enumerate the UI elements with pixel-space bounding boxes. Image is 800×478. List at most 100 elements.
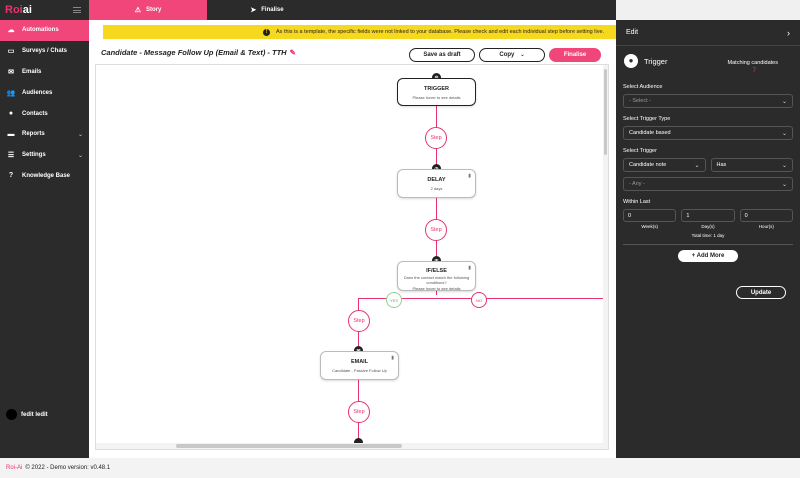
chevron-down-icon: ⌄ — [781, 181, 787, 188]
sidebar-item-reports[interactable]: ▬ Reports ⌄ — [0, 124, 89, 145]
delay-node[interactable]: ▮ DELAY 2 days — [397, 169, 476, 198]
trigger-select[interactable]: Candidate note ⌄ — [623, 158, 706, 172]
divider — [623, 244, 793, 245]
tab-finalise[interactable]: ➤ Finalise — [207, 0, 327, 20]
select-value: Candidate note — [629, 162, 667, 168]
horizontal-scrollbar[interactable] — [96, 443, 608, 449]
trigger-node[interactable]: TRIGGER Please hover to see details — [397, 78, 476, 106]
edit-panel: Edit › ● Trigger Matching candidates 7 S… — [616, 20, 800, 458]
info-icon: ! — [263, 28, 270, 36]
step-label: Step — [430, 135, 442, 141]
sidebar-item-contacts[interactable]: ● Contacts — [0, 103, 89, 124]
tab-label: Finalise — [261, 7, 284, 13]
page-title: Candidate - Message Follow Up (Email & T… — [101, 48, 287, 57]
sidebar-item-settings[interactable]: ☰ Settings ⌄ — [0, 145, 89, 166]
add-step-button[interactable]: Step — [348, 401, 370, 423]
logo[interactable]: Roiai — [5, 4, 32, 16]
node-title: TRIGGER — [423, 86, 450, 92]
yes-label: YES — [389, 297, 398, 303]
footer: Roi-Ai © 2022 - Demo version: v0.48.1 — [0, 458, 800, 478]
sidebar-item-automations[interactable]: ☁ Automations — [0, 20, 89, 41]
total-time: Total time: 1 day — [691, 233, 725, 238]
operator-select[interactable]: Has ⌄ — [710, 158, 793, 172]
users-icon: 👥 — [6, 89, 16, 97]
node-subtitle: 2 days — [430, 186, 443, 191]
finalise-button[interactable]: Finalise — [549, 48, 601, 62]
chevron-down-icon: ⌄ — [694, 162, 700, 169]
sidebar-item-label: Emails — [22, 68, 42, 75]
hours-input[interactable]: 0 — [739, 209, 793, 222]
sidebar-item-knowledge-base[interactable]: ? Knowledge Base — [0, 166, 89, 187]
sidebar-item-surveys[interactable]: ▭ Surveys / Chats — [0, 41, 89, 62]
node-title: DELAY — [427, 177, 446, 183]
trash-icon[interactable]: ▮ — [468, 173, 471, 179]
add-step-button[interactable]: Step — [348, 310, 370, 332]
scroll-thumb[interactable] — [176, 444, 402, 448]
trigger-label: Trigger — [644, 56, 668, 66]
audience-select[interactable]: - Select - ⌄ — [623, 94, 793, 108]
user-icon: ● — [624, 54, 638, 68]
add-more-button[interactable]: + Add More — [678, 250, 738, 262]
add-step-button[interactable]: Step — [425, 127, 447, 149]
no-branch-badge: NO — [471, 292, 487, 308]
menu-icon[interactable] — [73, 7, 81, 13]
days-input[interactable]: 1 — [681, 209, 735, 222]
save-draft-button[interactable]: Save as draft — [409, 48, 475, 62]
any-select[interactable]: - Any - ⌄ — [623, 177, 793, 191]
sidebar-item-label: Audiences — [22, 89, 53, 96]
user-profile[interactable]: fedit ledit — [6, 409, 48, 420]
user-icon: ● — [8, 110, 14, 118]
template-warning-banner: ! As this is a template, the specific fi… — [103, 25, 616, 39]
trash-icon[interactable]: ▮ — [391, 355, 394, 361]
weeks-caption: Week(s) — [641, 224, 658, 229]
scroll-thumb[interactable] — [604, 69, 607, 155]
tab-story[interactable]: ⚠ Story — [89, 0, 207, 20]
chevron-down-icon: ⌄ — [520, 52, 525, 58]
weeks-input[interactable]: 0 — [623, 209, 677, 222]
copy-button[interactable]: Copy ⌄ — [479, 48, 545, 62]
avatar — [6, 409, 17, 420]
add-step-button[interactable]: Step — [425, 219, 447, 241]
vertical-scrollbar[interactable] — [603, 65, 608, 449]
select-value: Candidate based — [629, 130, 671, 136]
ifelse-node[interactable]: ▮ IF/ELSE Does the contact match the fol… — [397, 261, 476, 291]
hours-caption: Hour(s) — [758, 224, 774, 229]
sidebar: Roiai ☁ Automations ▭ Surveys / Chats ✉ … — [0, 0, 89, 458]
node-subtitle: Does the contact match the following con… — [403, 275, 470, 285]
send-icon: ➤ — [250, 7, 257, 14]
hours-field: 0 Hour(s) — [739, 209, 793, 229]
step-label: Step — [430, 227, 442, 233]
days-field: 1 Day(s) — [681, 209, 735, 229]
trash-icon[interactable]: ▮ — [468, 265, 471, 271]
yes-branch-badge: YES — [386, 292, 402, 308]
sidebar-item-label: Contacts — [22, 110, 48, 117]
weeks-field: 0 Week(s) — [623, 209, 677, 229]
sidebar-item-emails[interactable]: ✉ Emails — [0, 62, 89, 83]
update-button[interactable]: Update — [736, 286, 786, 299]
edit-icon[interactable]: ✎ — [290, 48, 296, 57]
no-label: NO — [476, 297, 482, 303]
chat-icon: ▭ — [7, 48, 15, 56]
node-title: EMAIL — [350, 359, 369, 365]
chevron-right-icon[interactable]: › — [787, 28, 790, 38]
button-label: Copy — [499, 52, 515, 58]
sidebar-item-label: Reports — [22, 131, 45, 138]
flow-canvas[interactable]: ⚙ TRIGGER Please hover to see details St… — [95, 64, 609, 450]
sidebar-item-audiences[interactable]: 👥 Audiences — [0, 82, 89, 103]
trigger-header: ● Trigger Matching candidates 7 — [616, 46, 800, 76]
chevron-down-icon: ⌄ — [781, 162, 787, 169]
trigger-type-select[interactable]: Candidate based ⌄ — [623, 126, 793, 140]
select-value: - Select - — [629, 98, 652, 104]
select-value: - Any - — [629, 181, 645, 187]
node-hint: Please hover to see details — [412, 286, 461, 291]
button-label: + Add More — [691, 253, 725, 259]
trigger-type-label: Select Trigger Type — [623, 116, 671, 122]
within-last-row: 0 Week(s) 1 Day(s) 0 Hour(s) — [623, 209, 793, 229]
logo-bar: Roiai — [0, 0, 89, 20]
chevron-down-icon: ⌄ — [77, 131, 83, 138]
select-value: Has — [716, 162, 727, 168]
button-label: Save as draft — [423, 52, 461, 58]
footer-brand[interactable]: Roi-Ai — [6, 465, 22, 471]
email-node[interactable]: ▮ EMAIL Candidate - Passive Follow Up — [320, 351, 399, 380]
banner-text: As this is a template, the specific fiel… — [276, 29, 605, 35]
